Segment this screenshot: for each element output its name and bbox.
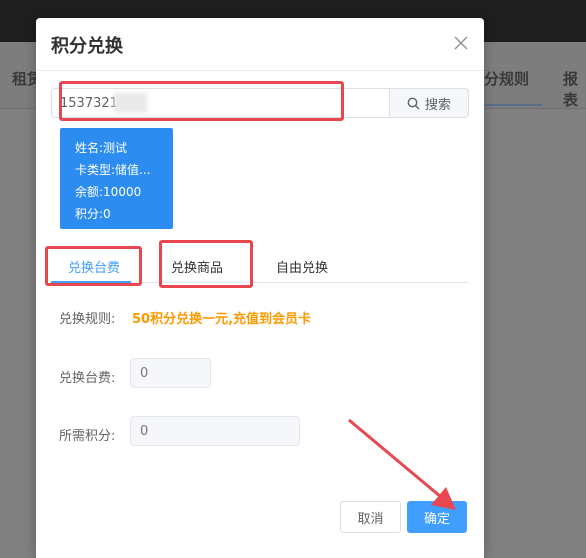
required-points-input[interactable] <box>130 416 300 446</box>
exchange-rule-label: 兑换规则: <box>59 312 116 327</box>
member-name-row: 姓名: 测试 <box>75 137 173 159</box>
exchange-rule-text: 50积分兑换一元,充值到会员卡 <box>132 312 312 327</box>
background-tab-underline <box>484 104 542 106</box>
member-info-card: 姓名: 测试 卡类型: 储值... 余额: 10000 积分: 0 <box>60 128 173 229</box>
member-points: 0 <box>103 207 111 221</box>
tab-exchange-table-fee[interactable]: 兑换台费 <box>68 257 120 276</box>
member-card-type: 储值... <box>115 163 151 177</box>
confirm-button[interactable]: 确定 <box>407 501 467 533</box>
member-name: 测试 <box>103 141 128 155</box>
search-button-label: 搜索 <box>424 97 451 113</box>
tab-free-exchange[interactable]: 自由兑换 <box>276 257 328 276</box>
member-search-input[interactable] <box>51 88 389 118</box>
required-points-label: 所需积分: <box>59 429 116 444</box>
table-fee-label: 兑换台费: <box>59 371 116 386</box>
points-exchange-dialog: 积分兑换 搜索 姓名: 测试 卡类型: 储值... 余额: 10000 积分: … <box>36 18 484 558</box>
search-value-blur <box>114 93 147 113</box>
background-tab-report: 报表 <box>563 70 579 109</box>
search-icon <box>407 97 420 109</box>
cancel-button[interactable]: 取消 <box>340 501 401 533</box>
member-name-label: 姓名: <box>75 141 104 155</box>
exchange-tabs: 兑换台费 兑换商品 自由兑换 <box>51 249 469 283</box>
member-balance-row: 余额: 10000 <box>75 181 173 203</box>
search-button[interactable]: 搜索 <box>389 88 469 118</box>
tab-exchange-goods[interactable]: 兑换商品 <box>171 257 223 276</box>
member-card-type-label: 卡类型: <box>75 163 116 177</box>
member-balance: 10000 <box>103 185 142 199</box>
dialog-header-divider <box>36 70 484 71</box>
member-card-type-row: 卡类型: 储值... <box>75 159 173 181</box>
active-tab-indicator <box>51 281 131 283</box>
member-points-label: 积分: <box>75 207 104 221</box>
background-tab-points-rule: 分规则 <box>484 70 530 88</box>
close-icon[interactable] <box>452 34 470 52</box>
member-points-row: 积分: 0 <box>75 203 173 225</box>
member-balance-label: 余额: <box>75 185 104 199</box>
dialog-title: 积分兑换 <box>51 36 123 57</box>
table-fee-input[interactable] <box>130 358 211 388</box>
